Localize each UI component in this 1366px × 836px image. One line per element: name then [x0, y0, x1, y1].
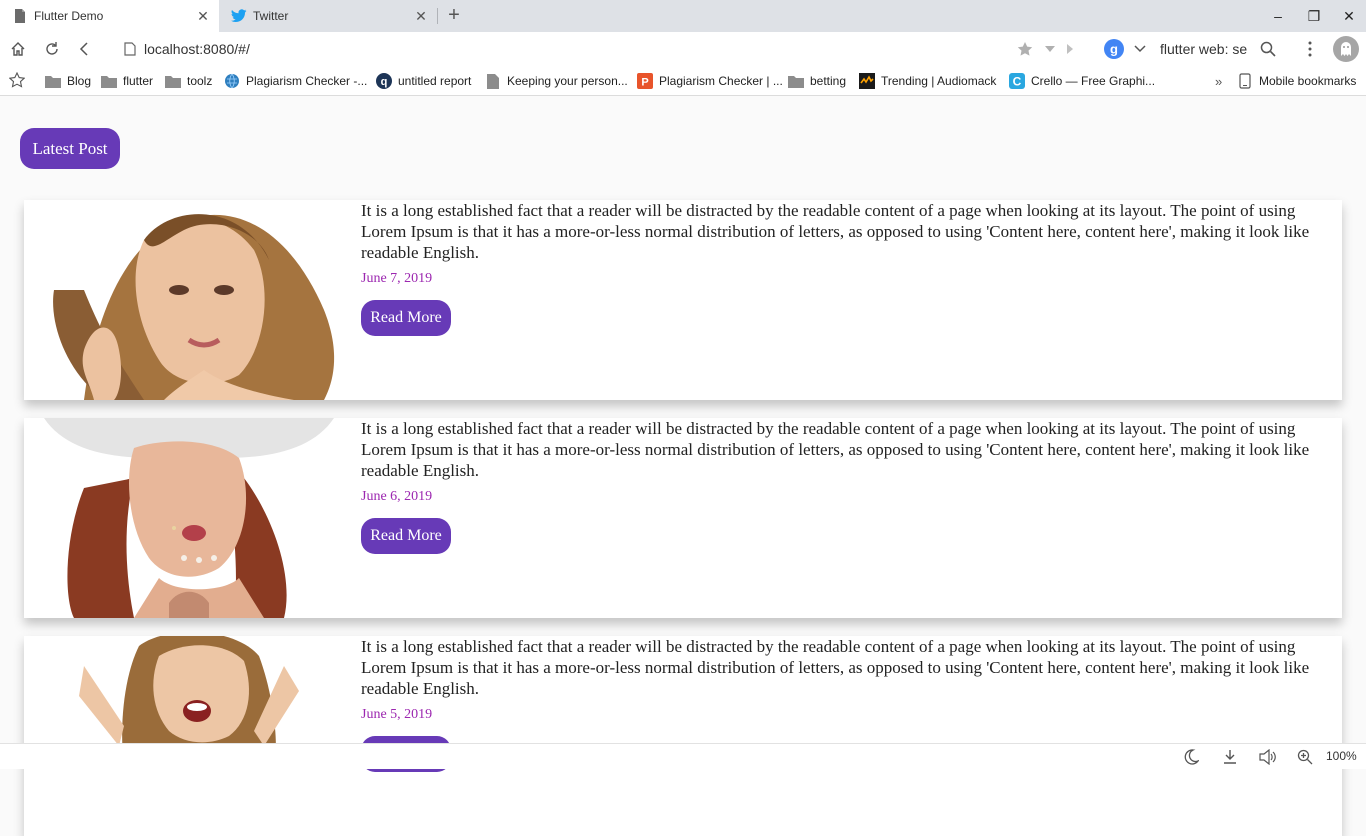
read-more-button[interactable]: Read More: [361, 518, 451, 554]
post-date: June 7, 2019: [361, 271, 433, 286]
bookmark-label: toolz: [187, 74, 213, 88]
mobile-bookmarks[interactable]: Mobile bookmarks: [1237, 71, 1356, 91]
bookmark-label: Plagiarism Checker -...: [246, 74, 368, 88]
post-date: June 5, 2019: [361, 707, 433, 722]
bookmark-blog[interactable]: Blog: [45, 71, 91, 91]
twitter-icon: [231, 8, 247, 24]
tab-title: Flutter Demo: [34, 9, 104, 23]
svg-text:C: C: [1013, 75, 1022, 89]
bookmark-audiomack[interactable]: Trending | Audiomack: [859, 71, 996, 91]
minimize-button[interactable]: –: [1266, 6, 1290, 26]
menu-dots-icon[interactable]: [1300, 39, 1320, 59]
address-bar[interactable]: localhost:8080/#/: [144, 41, 250, 57]
folder-icon: [165, 73, 181, 89]
search-icon[interactable]: [1258, 39, 1278, 59]
volume-icon[interactable]: [1259, 748, 1277, 766]
new-tab-button[interactable]: +: [444, 4, 464, 28]
close-window-button[interactable]: ✕: [1337, 6, 1361, 26]
globe-icon: [224, 73, 240, 89]
bookmark-flutter[interactable]: flutter: [101, 71, 153, 91]
download-icon[interactable]: [1221, 748, 1239, 766]
bookmark-plagiarism-checker-1[interactable]: Plagiarism Checker -...: [224, 71, 367, 91]
page-info-icon[interactable]: [120, 39, 140, 59]
tab-strip: Flutter Demo ✕ Twitter ✕ + – ❐ ✕: [0, 0, 1366, 32]
audiomack-icon: [859, 73, 875, 89]
mobile-phone-icon: [1237, 73, 1253, 89]
bookmark-plagiarism-checker-2[interactable]: P Plagiarism Checker | ...: [637, 71, 783, 91]
zoom-icon[interactable]: [1296, 748, 1314, 766]
zoom-level[interactable]: 100%: [1326, 749, 1357, 763]
post-image: [24, 200, 344, 400]
p-icon: P: [637, 73, 653, 89]
forward-small-icon[interactable]: [1060, 39, 1080, 59]
tab-title: Twitter: [253, 9, 289, 23]
read-more-button[interactable]: Read More: [361, 300, 451, 336]
bookmark-toolz[interactable]: toolz: [165, 71, 212, 91]
bookmark-betting[interactable]: betting: [788, 71, 846, 91]
tab-divider: [437, 8, 438, 24]
chevron-down-icon[interactable]: [1040, 39, 1060, 59]
bookmark-label: Plagiarism Checker | ...: [659, 74, 783, 88]
bookmarks-bar: Blog flutter toolz Plagiarism Checker -.…: [0, 66, 1366, 96]
bookmark-label: Trending | Audiomack: [881, 74, 997, 88]
browser-toolbar: localhost:8080/#/ g flutter web: se: [0, 32, 1366, 66]
svg-text:q: q: [381, 76, 388, 88]
post-card: It is a long established fact that a rea…: [24, 636, 1342, 836]
star-outline-icon[interactable]: [7, 70, 27, 90]
tab-twitter[interactable]: Twitter ✕: [219, 0, 437, 32]
folder-icon: [101, 73, 117, 89]
bookmark-label: Keeping your person...: [507, 74, 628, 88]
document-icon: [12, 8, 28, 24]
post-excerpt: It is a long established fact that a rea…: [361, 637, 1310, 698]
svg-text:g: g: [1110, 42, 1118, 57]
night-mode-icon[interactable]: [1182, 748, 1200, 766]
post-card: It is a long established fact that a rea…: [24, 418, 1342, 618]
post-excerpt: It is a long established fact that a rea…: [361, 201, 1310, 262]
close-tab-icon[interactable]: ✕: [411, 8, 431, 25]
bookmark-crello[interactable]: C Crello — Free Graphi...: [1009, 71, 1155, 91]
tab-flutter-demo[interactable]: Flutter Demo ✕: [0, 0, 219, 32]
bookmark-label: Crello — Free Graphi...: [1031, 74, 1156, 88]
bookmarks-overflow-button[interactable]: »: [1215, 71, 1222, 91]
bookmark-label: Mobile bookmarks: [1259, 74, 1357, 88]
search-input[interactable]: flutter web: se: [1160, 41, 1252, 57]
post-image: [24, 418, 344, 618]
q-icon: q: [376, 73, 392, 89]
search-engine-google-icon[interactable]: g: [1104, 39, 1124, 59]
bookmark-label: Blog: [67, 74, 92, 88]
home-icon[interactable]: [8, 39, 28, 59]
post-excerpt: It is a long established fact that a rea…: [361, 419, 1310, 480]
latest-post-button[interactable]: Latest Post: [20, 128, 120, 169]
svg-text:P: P: [641, 77, 648, 89]
bookmark-untitled-report[interactable]: q untitled report: [376, 71, 471, 91]
post-card: It is a long established fact that a rea…: [24, 200, 1342, 400]
post-date: June 6, 2019: [361, 489, 433, 504]
status-bar: 100%: [0, 743, 1366, 769]
bookmark-label: flutter: [123, 74, 154, 88]
folder-icon: [45, 73, 61, 89]
maximize-button[interactable]: ❐: [1302, 6, 1326, 26]
reload-icon[interactable]: [42, 39, 62, 59]
star-icon[interactable]: [1015, 39, 1035, 59]
post-image: [24, 636, 344, 836]
folder-icon: [788, 73, 804, 89]
crello-icon: C: [1009, 73, 1025, 89]
bookmark-keeping-your-person[interactable]: Keeping your person...: [485, 71, 628, 91]
close-tab-icon[interactable]: ✕: [193, 8, 213, 25]
profile-avatar-icon[interactable]: [1333, 36, 1359, 62]
bookmark-label: untitled report: [398, 74, 472, 88]
bookmark-label: betting: [810, 74, 847, 88]
back-icon[interactable]: [74, 39, 94, 59]
chevron-down-icon[interactable]: [1130, 39, 1150, 59]
page-icon: [485, 73, 501, 89]
